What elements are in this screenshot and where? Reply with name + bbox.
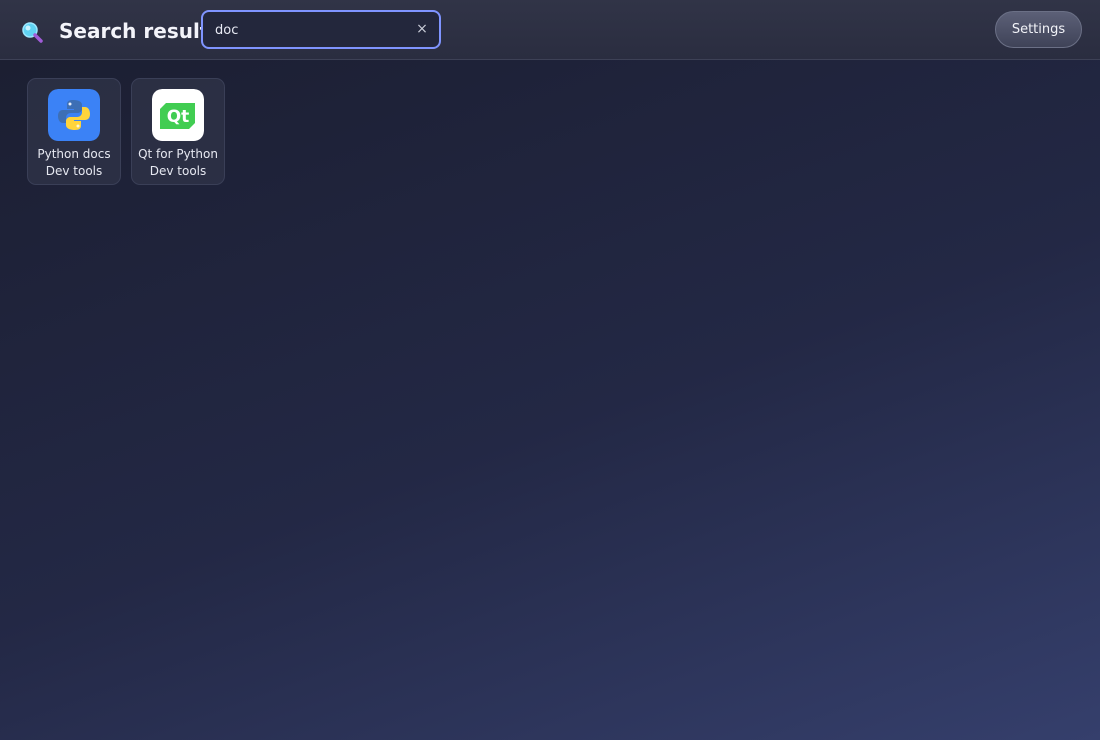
- svg-text:Qt: Qt: [167, 107, 190, 127]
- search-input[interactable]: [215, 19, 410, 41]
- result-tile-python-docs[interactable]: Python docs Dev tools: [27, 78, 121, 185]
- settings-button[interactable]: Settings: [995, 11, 1082, 48]
- search-icon: [22, 22, 43, 43]
- clear-search-button[interactable]: ×: [413, 20, 431, 38]
- top-bar: Search results × Settings: [0, 0, 1100, 60]
- result-category: Dev tools: [45, 164, 103, 178]
- page-title: Search results: [59, 19, 222, 43]
- python-icon: [48, 89, 100, 141]
- search-field[interactable]: ×: [201, 10, 441, 49]
- qt-icon: Qt: [152, 89, 204, 141]
- result-category: Dev tools: [149, 164, 207, 178]
- result-name: Python docs: [37, 147, 111, 161]
- result-name: Qt for Python: [138, 147, 218, 161]
- result-tile-qt-for-python[interactable]: Qt Qt for Python Dev tools: [131, 78, 225, 185]
